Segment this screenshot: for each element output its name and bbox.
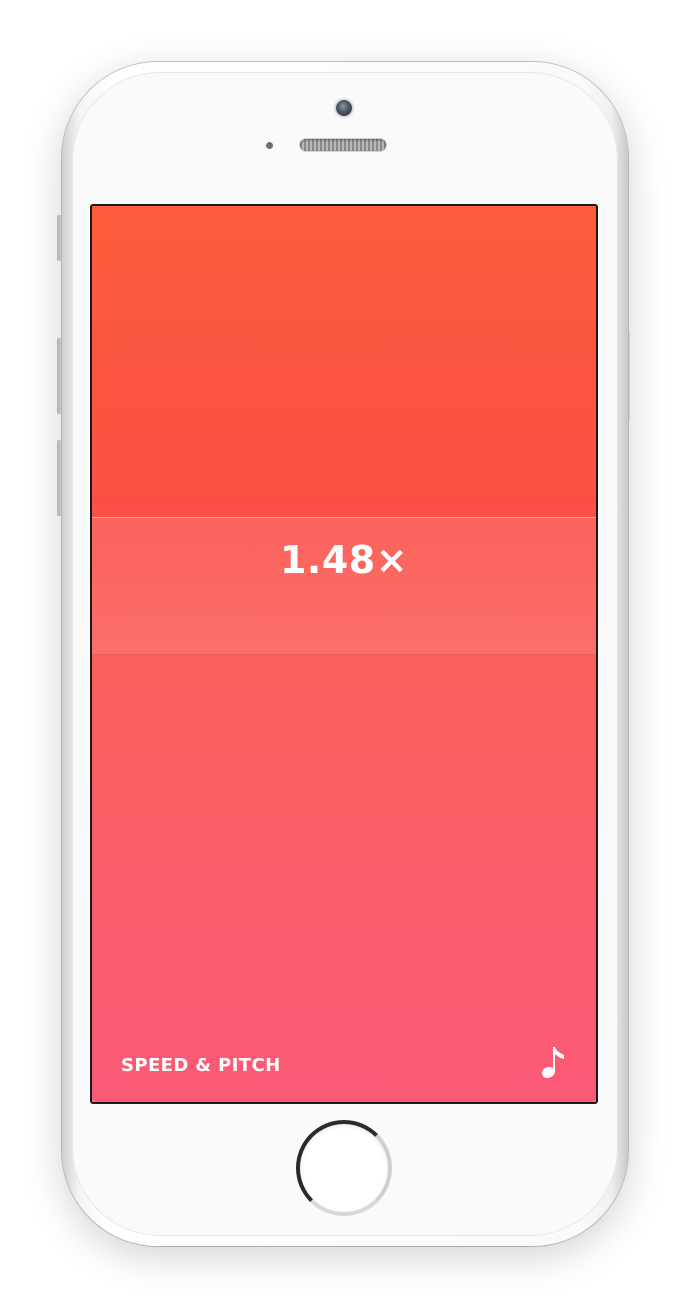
music-button[interactable] — [540, 1044, 570, 1080]
proximity-sensor — [266, 142, 273, 149]
app-view[interactable]: 1.48× SPEED & PITCH — [92, 206, 596, 1102]
mode-label[interactable]: SPEED & PITCH — [121, 1055, 281, 1076]
front-camera — [336, 100, 352, 116]
home-button[interactable] — [296, 1120, 392, 1216]
device-stage: 1.48× SPEED & PITCH — [0, 0, 693, 1309]
earpiece-speaker — [300, 139, 386, 151]
music-note-icon — [542, 1047, 564, 1078]
upper-speed-area[interactable] — [92, 206, 596, 518]
speed-value: 1.48× — [279, 538, 409, 582]
phone-screen: 1.48× SPEED & PITCH — [90, 204, 598, 1104]
